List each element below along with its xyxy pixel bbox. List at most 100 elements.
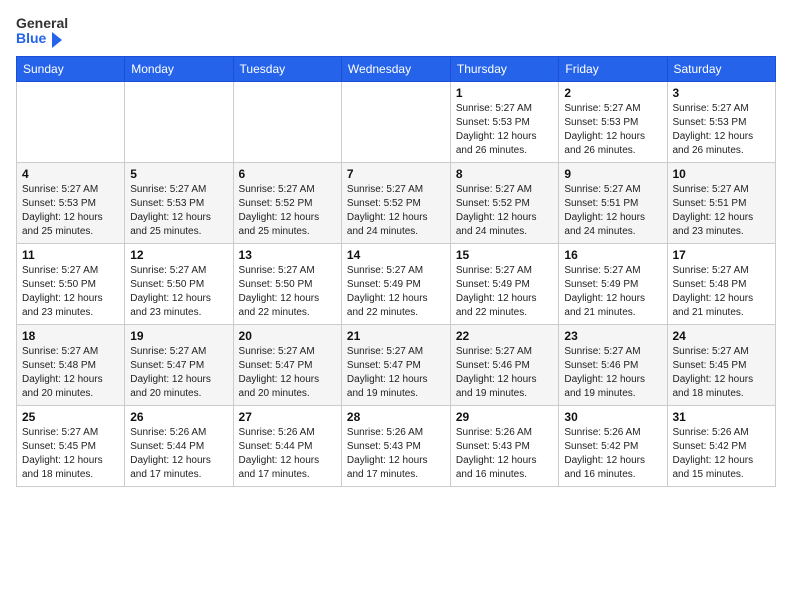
- day-cell: [125, 81, 233, 162]
- weekday-header-tuesday: Tuesday: [233, 56, 341, 81]
- day-cell: 23 Sunrise: 5:27 AM Sunset: 5:46 PM Dayli…: [559, 324, 667, 405]
- day-cell: 18 Sunrise: 5:27 AM Sunset: 5:48 PM Dayli…: [17, 324, 125, 405]
- day-info: Sunrise: 5:26 AM Sunset: 5:43 PM Dayligh…: [347, 426, 445, 482]
- day-cell: 4 Sunrise: 5:27 AM Sunset: 5:53 PM Daylig…: [17, 162, 125, 243]
- day-cell: 31 Sunrise: 5:26 AM Sunset: 5:42 PM Dayli…: [667, 405, 776, 486]
- day-info: Sunrise: 5:27 AM Sunset: 5:45 PM Dayligh…: [673, 345, 771, 401]
- day-info: Sunrise: 5:27 AM Sunset: 5:48 PM Dayligh…: [673, 264, 771, 320]
- day-info: Sunrise: 5:26 AM Sunset: 5:42 PM Dayligh…: [673, 426, 771, 482]
- weekday-header-sunday: Sunday: [17, 56, 125, 81]
- day-cell: 27 Sunrise: 5:26 AM Sunset: 5:44 PM Dayli…: [233, 405, 341, 486]
- day-info: Sunrise: 5:27 AM Sunset: 5:47 PM Dayligh…: [130, 345, 227, 401]
- day-number: 28: [347, 410, 445, 424]
- day-info: Sunrise: 5:27 AM Sunset: 5:46 PM Dayligh…: [456, 345, 554, 401]
- day-info: Sunrise: 5:27 AM Sunset: 5:51 PM Dayligh…: [564, 183, 661, 239]
- logo-arrow-icon: [52, 32, 62, 48]
- calendar-table: SundayMondayTuesdayWednesdayThursdayFrid…: [16, 56, 776, 487]
- day-number: 23: [564, 329, 661, 343]
- weekday-header-thursday: Thursday: [450, 56, 559, 81]
- day-cell: 7 Sunrise: 5:27 AM Sunset: 5:52 PM Daylig…: [341, 162, 450, 243]
- logo-text: General Blue: [16, 16, 68, 48]
- day-cell: 29 Sunrise: 5:26 AM Sunset: 5:43 PM Dayli…: [450, 405, 559, 486]
- weekday-header-saturday: Saturday: [667, 56, 776, 81]
- day-number: 16: [564, 248, 661, 262]
- day-cell: 13 Sunrise: 5:27 AM Sunset: 5:50 PM Dayli…: [233, 243, 341, 324]
- day-cell: 1Sunrise: 5:27 AM Sunset: 5:53 PM Daylig…: [450, 81, 559, 162]
- day-info: Sunrise: 5:27 AM Sunset: 5:52 PM Dayligh…: [239, 183, 336, 239]
- day-number: 26: [130, 410, 227, 424]
- day-number: 17: [673, 248, 771, 262]
- day-number: 13: [239, 248, 336, 262]
- day-info: Sunrise: 5:27 AM Sunset: 5:52 PM Dayligh…: [456, 183, 554, 239]
- day-number: 3: [673, 86, 771, 100]
- day-cell: 22Sunrise: 5:27 AM Sunset: 5:46 PM Dayli…: [450, 324, 559, 405]
- logo-general: General: [16, 16, 68, 31]
- day-info: Sunrise: 5:26 AM Sunset: 5:44 PM Dayligh…: [239, 426, 336, 482]
- day-cell: [17, 81, 125, 162]
- day-number: 4: [22, 167, 119, 181]
- day-info: Sunrise: 5:27 AM Sunset: 5:52 PM Dayligh…: [347, 183, 445, 239]
- day-info: Sunrise: 5:27 AM Sunset: 5:53 PM Dayligh…: [456, 102, 554, 158]
- week-row-4: 18 Sunrise: 5:27 AM Sunset: 5:48 PM Dayli…: [17, 324, 776, 405]
- day-number: 20: [239, 329, 336, 343]
- day-cell: 14 Sunrise: 5:27 AM Sunset: 5:49 PM Dayli…: [341, 243, 450, 324]
- day-cell: 10Sunrise: 5:27 AM Sunset: 5:51 PM Dayli…: [667, 162, 776, 243]
- day-info: Sunrise: 5:27 AM Sunset: 5:49 PM Dayligh…: [564, 264, 661, 320]
- day-cell: 5Sunrise: 5:27 AM Sunset: 5:53 PM Daylig…: [125, 162, 233, 243]
- day-info: Sunrise: 5:27 AM Sunset: 5:49 PM Dayligh…: [456, 264, 554, 320]
- day-number: 27: [239, 410, 336, 424]
- day-number: 11: [22, 248, 119, 262]
- day-number: 2: [564, 86, 661, 100]
- weekday-header-friday: Friday: [559, 56, 667, 81]
- day-cell: 6Sunrise: 5:27 AM Sunset: 5:52 PM Daylig…: [233, 162, 341, 243]
- day-info: Sunrise: 5:27 AM Sunset: 5:53 PM Dayligh…: [564, 102, 661, 158]
- day-cell: 3 Sunrise: 5:27 AM Sunset: 5:53 PM Daylig…: [667, 81, 776, 162]
- week-row-3: 11 Sunrise: 5:27 AM Sunset: 5:50 PM Dayli…: [17, 243, 776, 324]
- week-row-5: 25 Sunrise: 5:27 AM Sunset: 5:45 PM Dayli…: [17, 405, 776, 486]
- day-info: Sunrise: 5:26 AM Sunset: 5:44 PM Dayligh…: [130, 426, 227, 482]
- day-number: 25: [22, 410, 119, 424]
- day-cell: 25 Sunrise: 5:27 AM Sunset: 5:45 PM Dayli…: [17, 405, 125, 486]
- day-info: Sunrise: 5:27 AM Sunset: 5:53 PM Dayligh…: [22, 183, 119, 239]
- day-cell: 16 Sunrise: 5:27 AM Sunset: 5:49 PM Dayli…: [559, 243, 667, 324]
- day-cell: [341, 81, 450, 162]
- day-number: 24: [673, 329, 771, 343]
- day-info: Sunrise: 5:27 AM Sunset: 5:48 PM Dayligh…: [22, 345, 119, 401]
- day-cell: 9Sunrise: 5:27 AM Sunset: 5:51 PM Daylig…: [559, 162, 667, 243]
- day-cell: 30Sunrise: 5:26 AM Sunset: 5:42 PM Dayli…: [559, 405, 667, 486]
- day-info: Sunrise: 5:26 AM Sunset: 5:43 PM Dayligh…: [456, 426, 554, 482]
- day-number: 12: [130, 248, 227, 262]
- week-row-2: 4 Sunrise: 5:27 AM Sunset: 5:53 PM Daylig…: [17, 162, 776, 243]
- weekday-header-monday: Monday: [125, 56, 233, 81]
- week-row-1: 1Sunrise: 5:27 AM Sunset: 5:53 PM Daylig…: [17, 81, 776, 162]
- day-info: Sunrise: 5:26 AM Sunset: 5:42 PM Dayligh…: [564, 426, 661, 482]
- day-number: 19: [130, 329, 227, 343]
- day-number: 8: [456, 167, 554, 181]
- day-info: Sunrise: 5:27 AM Sunset: 5:45 PM Dayligh…: [22, 426, 119, 482]
- day-number: 15: [456, 248, 554, 262]
- day-cell: 12 Sunrise: 5:27 AM Sunset: 5:50 PM Dayli…: [125, 243, 233, 324]
- day-cell: 20 Sunrise: 5:27 AM Sunset: 5:47 PM Dayli…: [233, 324, 341, 405]
- day-info: Sunrise: 5:27 AM Sunset: 5:50 PM Dayligh…: [130, 264, 227, 320]
- day-info: Sunrise: 5:27 AM Sunset: 5:50 PM Dayligh…: [239, 264, 336, 320]
- day-info: Sunrise: 5:27 AM Sunset: 5:53 PM Dayligh…: [130, 183, 227, 239]
- day-info: Sunrise: 5:27 AM Sunset: 5:50 PM Dayligh…: [22, 264, 119, 320]
- day-number: 18: [22, 329, 119, 343]
- day-cell: 21Sunrise: 5:27 AM Sunset: 5:47 PM Dayli…: [341, 324, 450, 405]
- day-info: Sunrise: 5:27 AM Sunset: 5:47 PM Dayligh…: [239, 345, 336, 401]
- day-info: Sunrise: 5:27 AM Sunset: 5:49 PM Dayligh…: [347, 264, 445, 320]
- day-cell: 15 Sunrise: 5:27 AM Sunset: 5:49 PM Dayli…: [450, 243, 559, 324]
- day-number: 14: [347, 248, 445, 262]
- day-cell: 11 Sunrise: 5:27 AM Sunset: 5:50 PM Dayli…: [17, 243, 125, 324]
- day-info: Sunrise: 5:27 AM Sunset: 5:53 PM Dayligh…: [673, 102, 771, 158]
- day-info: Sunrise: 5:27 AM Sunset: 5:47 PM Dayligh…: [347, 345, 445, 401]
- day-info: Sunrise: 5:27 AM Sunset: 5:46 PM Dayligh…: [564, 345, 661, 401]
- day-cell: 26 Sunrise: 5:26 AM Sunset: 5:44 PM Dayli…: [125, 405, 233, 486]
- page-header: General Blue: [16, 16, 776, 48]
- day-number: 31: [673, 410, 771, 424]
- day-cell: [233, 81, 341, 162]
- day-number: 29: [456, 410, 554, 424]
- day-info: Sunrise: 5:27 AM Sunset: 5:51 PM Dayligh…: [673, 183, 771, 239]
- day-cell: 28 Sunrise: 5:26 AM Sunset: 5:43 PM Dayli…: [341, 405, 450, 486]
- day-number: 7: [347, 167, 445, 181]
